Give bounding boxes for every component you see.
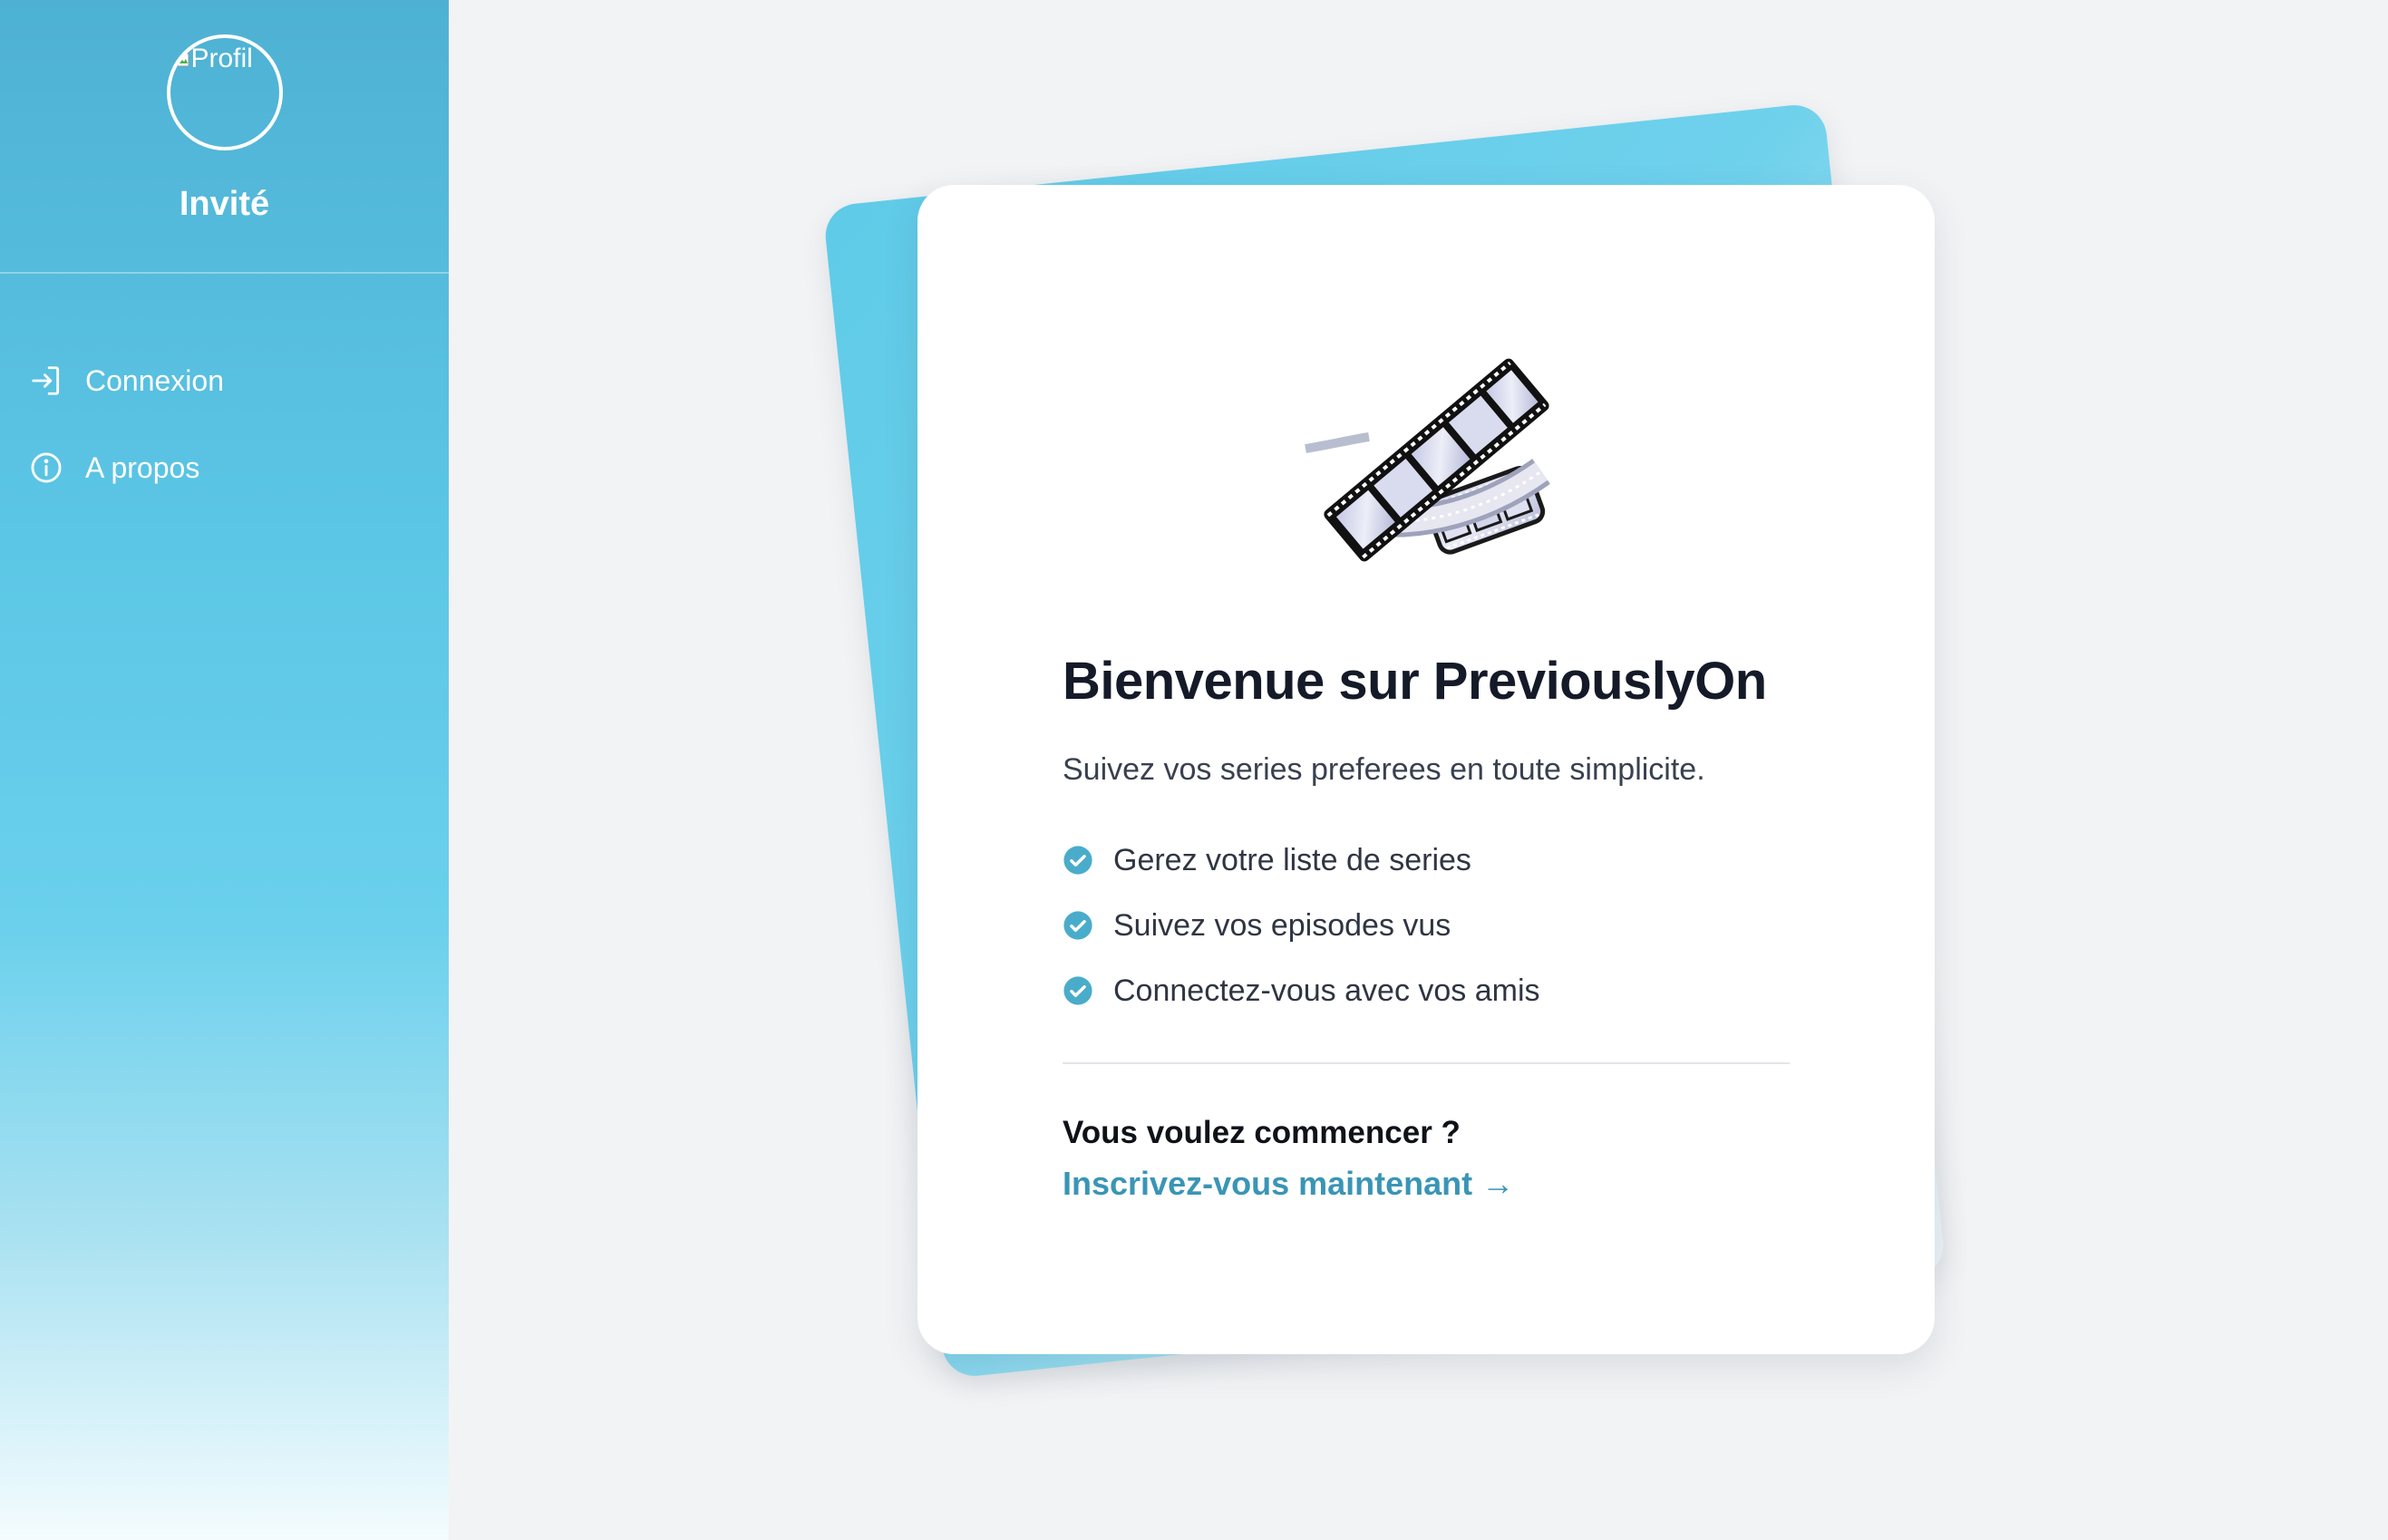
feature-list: Gerez votre liste de series Suivez vos e…: [1063, 828, 1540, 1023]
sidebar-item-label: A propos: [85, 450, 200, 484]
sidebar-nav: Connexion A propos: [0, 274, 449, 511]
login-icon: [32, 366, 60, 395]
avatar[interactable]: Profil: [166, 34, 283, 150]
check-circle-icon: [1063, 976, 1092, 1005]
feature-text: Suivez vos episodes vus: [1113, 907, 1451, 943]
app: Profil Invité Connexion A propos Bienven…: [0, 0, 2388, 1540]
sidebar-item-a-propos[interactable]: A propos: [0, 424, 449, 511]
broken-image-icon: [177, 51, 189, 67]
signup-link[interactable]: Inscrivez-vous maintenant →: [1063, 1165, 1514, 1203]
feature-text: Gerez votre liste de series: [1113, 842, 1471, 877]
avatar-alt-label: Profil: [190, 44, 253, 73]
film-reel-icon: [1305, 358, 1550, 562]
sidebar-item-label: Connexion: [85, 363, 224, 397]
list-item: Gerez votre liste de series: [1063, 828, 1540, 893]
avatar-alt-text: Profil: [176, 44, 253, 74]
list-item: Connectez-vous avec vos amis: [1063, 958, 1540, 1023]
cta-question: Vous voulez commencer ?: [1063, 1115, 1461, 1150]
sidebar: Profil Invité Connexion A propos: [0, 0, 449, 1540]
divider: [1063, 1062, 1790, 1064]
list-item: Suivez vos episodes vus: [1063, 893, 1540, 958]
sidebar-item-connexion[interactable]: Connexion: [0, 337, 449, 424]
feature-text: Connectez-vous avec vos amis: [1113, 973, 1540, 1008]
welcome-subtitle: Suivez vos series preferees en toute sim…: [1063, 752, 1705, 787]
info-icon: [31, 452, 62, 483]
profile-section: Profil Invité: [0, 0, 449, 274]
check-circle-icon: [1063, 846, 1092, 875]
check-circle-icon: [1063, 911, 1092, 940]
welcome-title: Bienvenue sur PreviouslyOn: [1063, 652, 1767, 711]
user-name: Invité: [179, 185, 270, 223]
